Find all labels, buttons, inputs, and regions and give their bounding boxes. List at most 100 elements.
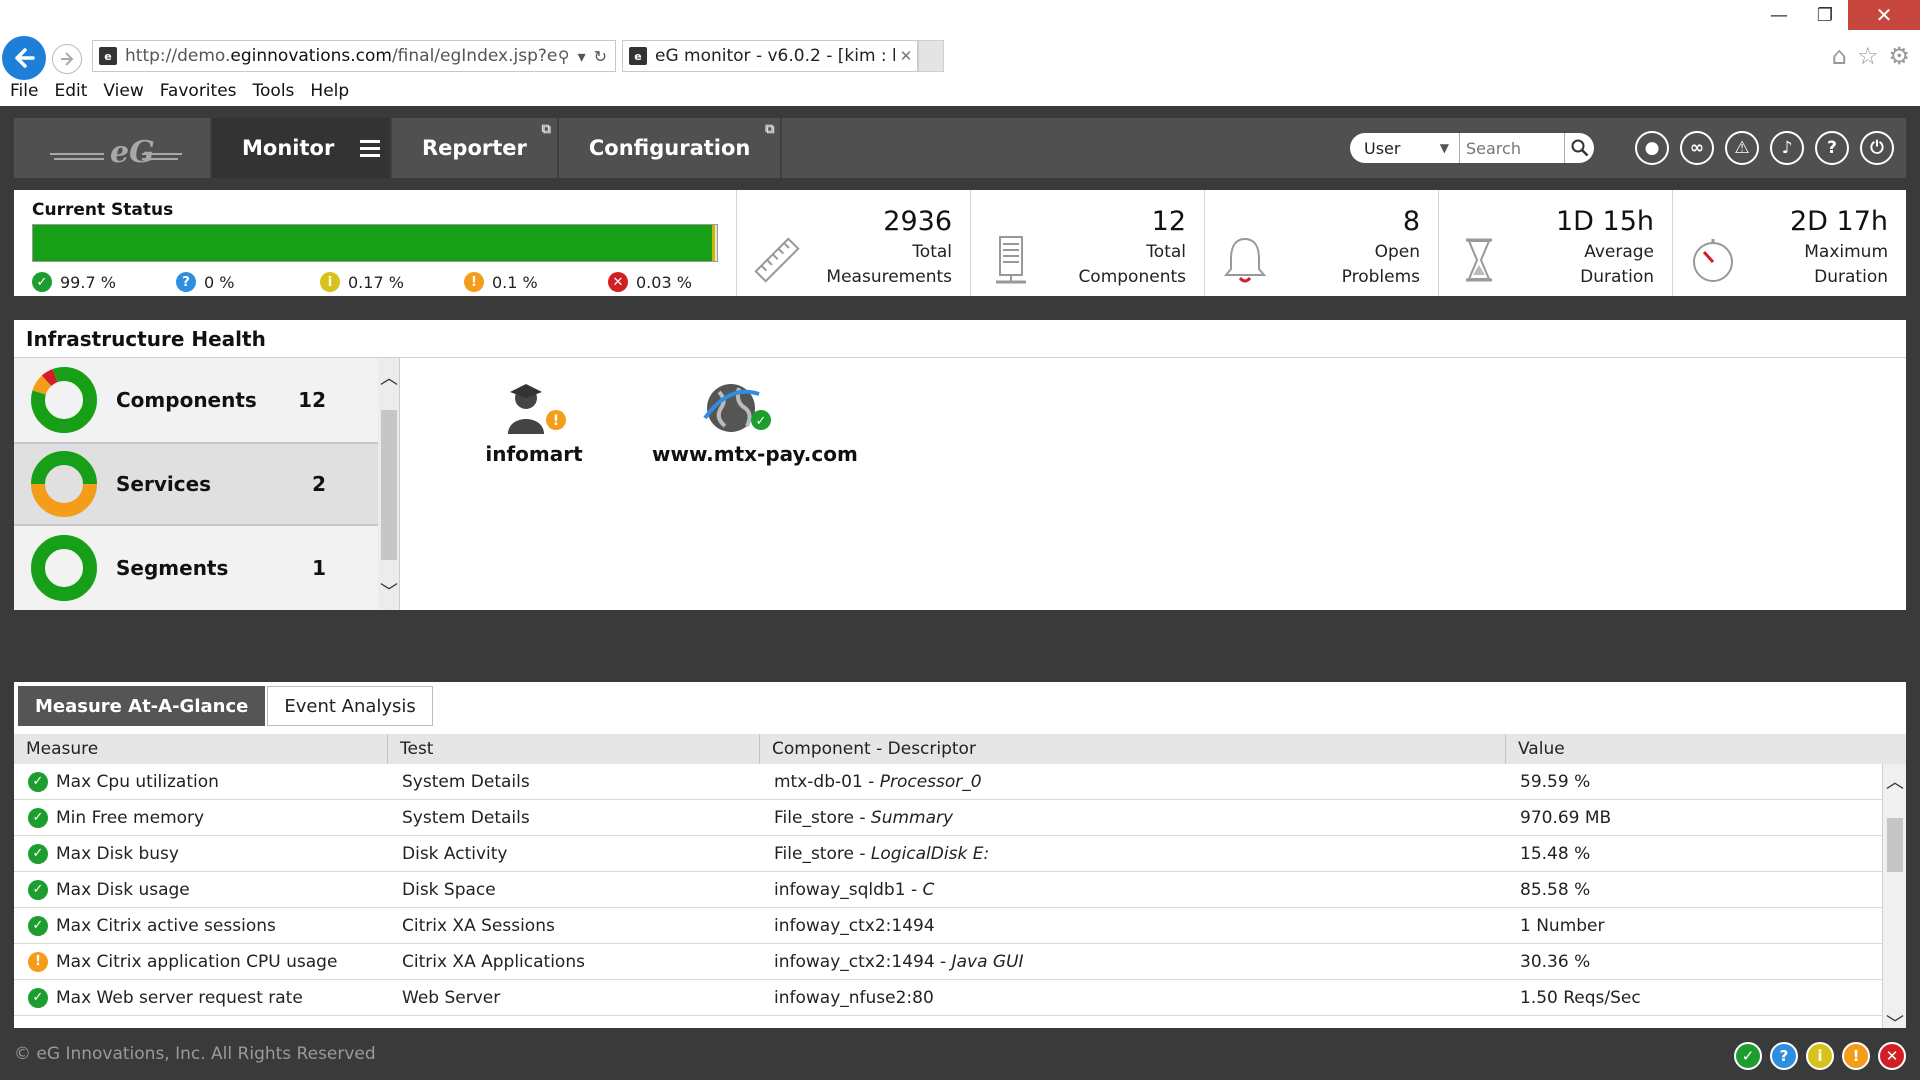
search-input[interactable] [1460,138,1564,158]
stat-value: 2D 17h [1789,206,1888,237]
legend-ok[interactable]: ✓ 99.7 % [32,272,176,292]
nav-reporter[interactable]: Reporter ⧉ [390,118,557,178]
gear-icon[interactable]: ⚙ [1888,42,1910,70]
dropdown-icon[interactable]: ▾ [578,47,586,66]
scroll-down-icon[interactable]: ﹀ [378,578,400,604]
stat-total-components[interactable]: 12 Total Components [970,190,1204,296]
infra-item-components[interactable]: Components 12 [14,358,378,442]
service-mtx-pay[interactable]: ✓ www.mtx-pay.com [652,378,858,466]
legend-major[interactable]: ! 0.1 % [464,272,608,292]
major-icon[interactable]: ! [1842,1042,1870,1070]
column-header-value[interactable]: Value [1506,734,1906,764]
stat-total-measurements[interactable]: 2936 Total Measurements [736,190,970,296]
svg-text:✓: ✓ [756,414,767,429]
cell-measure[interactable]: Max Disk busy [56,844,179,864]
table-row[interactable]: ✓ Max Citrix active sessions Citrix XA Ses… [14,908,1882,944]
table-scrollbar[interactable]: ︿ ﹀ [1882,764,1906,1040]
search-icon[interactable]: ⚲ [558,47,570,66]
cell-measure[interactable]: Max Citrix active sessions [56,916,276,936]
favicon-icon: e [99,47,117,65]
scroll-up-icon[interactable]: ︿ [378,364,400,390]
table-row[interactable]: ✓ Max Disk busy Disk Activity File_store - … [14,836,1882,872]
cell-measure[interactable]: Max Cpu utilization [56,772,219,792]
menu-file[interactable]: File [10,78,38,104]
legend-minor[interactable]: i 0.17 % [320,272,464,292]
scroll-up-icon[interactable]: ︿ [1883,768,1907,794]
donut-chart-icon [31,367,97,433]
menu-tools[interactable]: Tools [253,78,295,104]
service-infomart[interactable]: ! infomart [484,378,584,466]
refresh-icon[interactable]: ↻ [594,47,607,66]
tab-close-icon[interactable]: ✕ [895,47,917,65]
link-icon[interactable]: ∞ [1680,131,1714,165]
infra-item-services[interactable]: Services 2 [14,442,378,526]
status-ok-icon: ✓ [28,843,48,864]
new-tab-button[interactable] [918,40,944,72]
stat-label: Average Duration [1580,242,1654,287]
user-icon[interactable]: ● [1635,131,1669,165]
nav-monitor[interactable]: Monitor [210,118,390,178]
hamburger-icon[interactable] [360,139,381,157]
close-window-button[interactable]: ✕ [1848,0,1920,30]
back-button[interactable] [2,36,46,80]
table-row[interactable]: ✓ Min Free memory System Details File_store… [14,800,1882,836]
search-scope-select[interactable]: User ▼ [1350,133,1460,163]
cell-measure[interactable]: Max Disk usage [56,880,190,900]
column-header-test[interactable]: Test [388,734,760,764]
eg-logo[interactable]: eG [14,118,210,178]
stat-label: Total Measurements [826,242,952,287]
forward-button[interactable] [52,44,82,74]
menu-favorites[interactable]: Favorites [160,78,237,104]
ok-icon[interactable]: ✓ [1734,1042,1762,1070]
table-row[interactable]: ! Max Citrix application CPU usage Citrix … [14,944,1882,980]
home-icon[interactable]: ⌂ [1832,42,1847,70]
star-icon[interactable]: ☆ [1857,42,1879,70]
table-row[interactable]: ✓ Max Disk usage Disk Space infoway_sqldb1 … [14,872,1882,908]
restore-button[interactable]: ❐ [1802,0,1848,30]
infra-scrollbar[interactable]: ︿ ﹀ [378,358,400,610]
minimize-button[interactable]: — [1756,0,1802,30]
legend-unknown[interactable]: ? 0 % [176,272,320,292]
critical-icon[interactable]: ✕ [1878,1042,1906,1070]
stat-average-duration[interactable]: 1D 15h Average Duration [1438,190,1672,296]
cell-value: 59.59 % [1520,771,1591,792]
health-bar[interactable] [32,224,718,262]
status-ok-icon: ✓ [28,879,48,900]
infra-item-segments[interactable]: Segments 1 [14,526,378,610]
menu-edit[interactable]: Edit [54,78,87,104]
stat-open-problems[interactable]: 8 Open Problems [1204,190,1438,296]
external-link-icon[interactable]: ⧉ [542,122,551,137]
minor-icon[interactable]: i [1806,1042,1834,1070]
current-status[interactable]: Current Status ✓ 99.7 % ? 0 % i 0.17 % ! 0.1… [14,190,732,296]
browser-tab[interactable]: e eG monitor - v6.0.2 - [kim : h... ✕ [622,40,918,72]
help-icon[interactable]: ? [1815,131,1849,165]
column-header-component[interactable]: Component - Descriptor [760,734,1506,764]
cell-measure[interactable]: Min Free memory [56,808,204,828]
power-icon[interactable]: ⏻ [1860,131,1894,165]
cell-measure[interactable]: Max Citrix application CPU usage [56,952,337,972]
cell-measure[interactable]: Max Web server request rate [56,988,303,1008]
legend-critical[interactable]: ✕ 0.03 % [608,272,752,292]
alert-triangle-icon[interactable]: ⚠ [1725,131,1759,165]
cell-component: infoway_ctx2:1494 [774,915,935,936]
address-bar[interactable]: e http://demo.eginnovations.com/final/eg… [92,40,616,72]
scroll-thumb[interactable] [1887,818,1903,872]
url-text[interactable]: http://demo.eginnovations.com/final/egIn… [125,46,558,66]
column-header-measure[interactable]: Measure [14,734,388,764]
app-nav: eG Monitor Reporter ⧉ Configuration ⧉ Us… [14,118,1906,178]
table-row[interactable]: ✓ Max Web server request rate Web Server in… [14,980,1882,1016]
search-button[interactable] [1564,133,1594,163]
arrow-left-icon [15,48,35,68]
nav-configuration[interactable]: Configuration ⧉ [556,118,783,178]
tab-event-analysis[interactable]: Event Analysis [267,686,433,726]
menu-view[interactable]: View [103,78,143,104]
menu-help[interactable]: Help [310,78,349,104]
measures-panel: Measure At-A-Glance Event Analysis Measu… [14,682,1906,1040]
tab-measure-at-a-glance[interactable]: Measure At-A-Glance [18,686,266,726]
stat-maximum-duration[interactable]: 2D 17h Maximum Duration [1672,190,1906,296]
bell-icon[interactable]: ♪ [1770,131,1804,165]
scroll-thumb[interactable] [381,410,397,560]
unknown-icon[interactable]: ? [1770,1042,1798,1070]
external-link-icon[interactable]: ⧉ [765,122,774,137]
table-row[interactable]: ✓ Max Cpu utilization System Details mtx-db… [14,764,1882,800]
